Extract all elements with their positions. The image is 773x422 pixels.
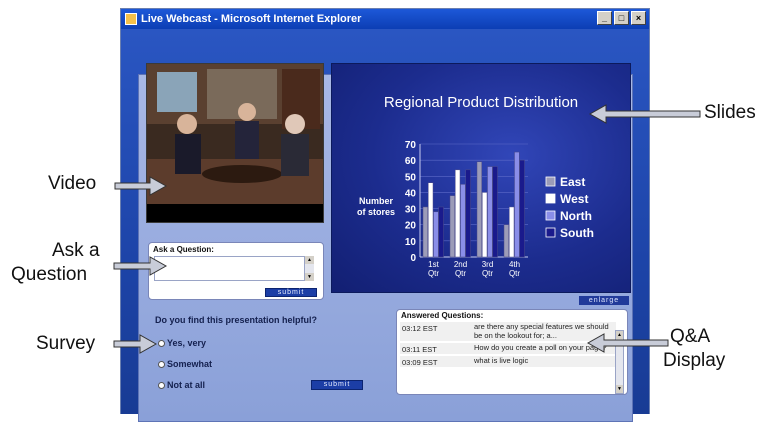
question-input[interactable]: ▲ ▼ [154,256,314,281]
enlarge-button[interactable]: enlarge [579,296,629,305]
bar [460,184,466,258]
window-controls: _ □ × [597,11,646,25]
survey-option-yes[interactable]: Yes, very [158,338,206,348]
y-axis-label: of stores [357,207,395,217]
window-title: Live Webcast - Microsoft Internet Explor… [141,13,362,25]
callout-ask-line2: Question [11,264,88,285]
slide-panel: Regional Product Distribution 0 10 20 30 40 5… [331,63,631,293]
title-bar: Live Webcast - Microsoft Internet Explor… [121,9,649,29]
scroll-up-icon[interactable]: ▲ [305,256,314,264]
radio-icon[interactable] [158,360,165,368]
y-tick-label: 60 [405,156,417,167]
legend-swatch [545,193,556,204]
survey-option-label: Somewhat [167,359,213,369]
x-tick-label: 1st [428,260,439,269]
x-tick-label: Qtr [455,269,466,278]
y-tick-label: 50 [405,172,417,183]
bar [455,169,461,258]
qa-row[interactable]: 03:11 EST How do you create a poll on yo… [400,343,616,354]
maximize-button[interactable]: □ [614,11,629,25]
bar [519,159,525,258]
bar [492,166,498,258]
radio-icon[interactable] [158,381,165,389]
x-tick-label: 4th [509,260,520,269]
qa-scrollbar[interactable]: ▲ ▼ [615,330,624,394]
survey-panel: Do you find this presentation helpful? Y… [148,312,391,394]
bar [433,211,439,258]
survey-question: Do you find this presentation helpful? [155,315,317,325]
callout-slides: Slides [704,102,756,123]
x-tick-label: 3rd [482,260,494,269]
x-tick-label: Qtr [509,269,520,278]
y-tick-label: 70 [405,140,417,151]
y-tick-label: 0 [410,253,416,264]
survey-option-label: Yes, very [167,338,207,348]
close-button[interactable]: × [631,11,646,25]
y-tick-label: 10 [405,237,417,248]
bar [449,195,455,258]
survey-option-somewhat[interactable]: Somewhat [158,359,212,369]
bar [422,206,428,258]
y-tick-label: 30 [405,205,417,216]
callout-qa-line2: Display [663,350,726,371]
y-tick-label: 20 [405,221,417,232]
video-player[interactable] [146,63,324,223]
y-tick-label: 40 [405,188,417,199]
video-frame-image [147,64,323,222]
qa-panel: Answered Questions: 03:12 EST are there … [396,309,628,395]
qa-row[interactable]: 03:09 EST what is live logic [400,356,616,367]
scroll-up-icon[interactable]: ▲ [616,331,623,339]
legend-label: South [560,226,594,240]
bar [509,206,515,258]
x-tick-label: Qtr [482,269,493,278]
question-scrollbar[interactable]: ▲ ▼ [304,256,314,281]
legend-label: East [560,175,585,189]
question-label: Ask a Question: [153,245,214,254]
y-axis-label: Number [359,196,394,206]
bar [428,182,434,258]
legend-label: West [560,192,588,206]
bar [465,169,471,258]
qa-question: How do you create a poll on your page? [474,343,607,352]
qa-list: 03:12 EST are there any special features… [400,322,616,392]
callout-survey: Survey [36,333,96,354]
bar [476,161,482,258]
survey-option-not-at-all[interactable]: Not at all [158,380,205,390]
qa-label: Answered Questions: [401,311,484,320]
legend-swatch [545,176,556,187]
scroll-down-icon[interactable]: ▼ [305,273,314,281]
survey-option-label: Not at all [167,380,206,390]
browser-window: Live Webcast - Microsoft Internet Explor… [120,8,650,422]
bar-chart: 010203040506070Numberof stores1stQtr2ndQ… [357,140,594,278]
bar [514,151,520,258]
minimize-button[interactable]: _ [597,11,612,25]
radio-icon[interactable] [158,339,165,347]
legend-swatch [545,227,556,238]
survey-submit-button[interactable]: submit [311,380,363,390]
qa-question: what is live logic [474,356,529,365]
scroll-down-icon[interactable]: ▼ [616,385,623,393]
ie-icon [125,13,137,25]
question-submit-button[interactable]: submit [265,288,317,297]
legend-label: North [560,209,592,223]
x-tick-label: Qtr [428,269,439,278]
legend-swatch [545,210,556,221]
qa-row[interactable]: 03:12 EST are there any special features… [400,322,616,341]
bar [482,192,488,258]
callout-video: Video [48,173,97,194]
bar [487,166,493,258]
qa-time: 03:09 EST [402,358,438,367]
qa-time: 03:12 EST [402,324,438,333]
qa-question: are there any special features we should… [474,322,609,340]
callout-qa-line1: Q&A [670,326,711,347]
bar [503,224,509,258]
bar [438,206,444,258]
question-panel: Ask a Question: ▲ ▼ submit [148,242,324,300]
callout-ask-line1: Ask a [52,240,100,261]
x-tick-label: 2nd [454,260,467,269]
qa-time: 03:11 EST [402,345,437,354]
